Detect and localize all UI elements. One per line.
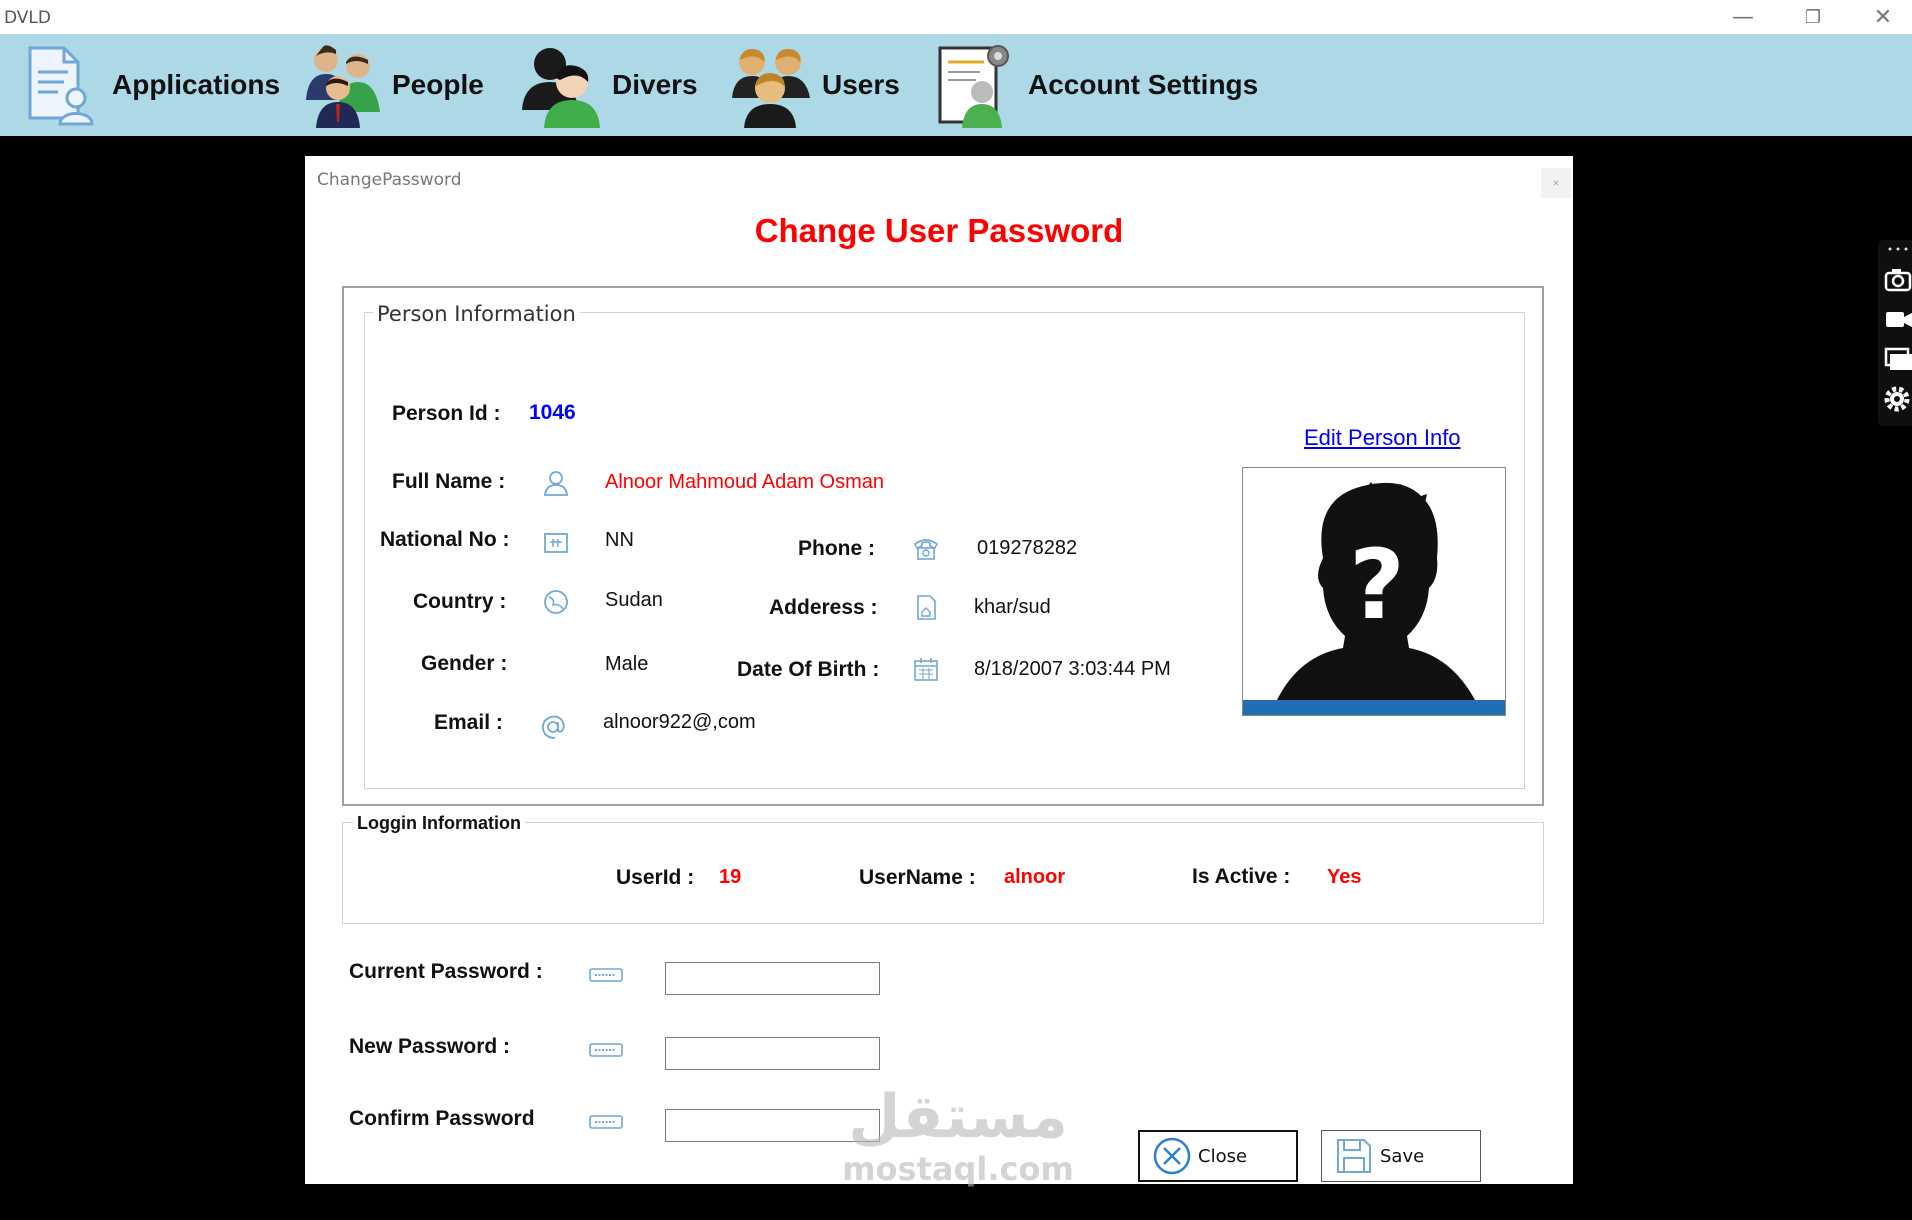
gender-value: Male: [605, 653, 649, 675]
camera-icon[interactable]: [1882, 264, 1912, 294]
menu-item-applications[interactable]: Applications: [20, 34, 280, 136]
menu-item-people[interactable]: People: [300, 34, 484, 136]
dialog-close-button[interactable]: ×: [1541, 168, 1571, 198]
password-icon: [589, 1043, 623, 1057]
watermark-latin: mostaql.com: [842, 1150, 1074, 1188]
address-value: khar/sud: [974, 596, 1051, 618]
calendar-icon: [914, 658, 938, 681]
full-name-value: Alnoor Mahmoud Adam Osman: [605, 471, 885, 493]
login-information-legend: Loggin Information: [353, 813, 525, 834]
save-button-label: Save: [1380, 1145, 1425, 1167]
phone-value: 019278282: [977, 537, 1078, 559]
close-button-label: Close: [1198, 1145, 1248, 1167]
restore-button[interactable]: ❐: [1778, 0, 1848, 34]
window-title-bar: DVLD — ❐ ✕: [0, 0, 1912, 34]
drivers-icon: [522, 48, 600, 128]
menu-label-applications: Applications: [112, 69, 281, 100]
save-icon: [1337, 1139, 1371, 1173]
gear-icon[interactable]: [1882, 384, 1912, 414]
person-id-value: 1046: [529, 401, 576, 424]
email-label: Email :: [434, 711, 503, 734]
country-value: Sudan: [605, 589, 663, 611]
is-active-value: Yes: [1327, 866, 1362, 888]
menu-item-account-settings[interactable]: Account Settings: [936, 34, 1258, 136]
unknown-person-icon: ?: [1243, 468, 1505, 715]
current-password-label: Current Password :: [349, 960, 543, 983]
close-icon: [1153, 1137, 1191, 1175]
person-information-legend: Person Information: [373, 302, 580, 326]
applications-icon: [28, 46, 94, 126]
menu-label-account-settings: Account Settings: [1028, 69, 1259, 100]
user-id-label: UserId :: [616, 866, 695, 889]
account-settings-icon: [938, 45, 1009, 128]
globe-icon: [544, 590, 568, 614]
username-value: alnoor: [1004, 866, 1066, 888]
person-id-label: Person Id :: [392, 402, 501, 425]
person-photo: ?: [1242, 467, 1506, 716]
more-icon[interactable]: [1882, 242, 1912, 256]
svg-text:?: ?: [1349, 529, 1405, 641]
menu-label-users: Users: [822, 69, 900, 100]
capture-toolbar: [1878, 240, 1912, 426]
app-title: DVLD: [4, 8, 51, 28]
menu-item-users[interactable]: Users: [730, 34, 900, 136]
username-label: UserName :: [859, 866, 976, 889]
edit-person-info-link[interactable]: Edit Person Info: [1304, 425, 1461, 451]
video-icon[interactable]: [1882, 304, 1912, 334]
password-icon: [589, 1115, 623, 1129]
close-button[interactable]: Close: [1138, 1130, 1298, 1182]
menu-label-drivers: Divers: [612, 69, 698, 100]
menu-item-drivers[interactable]: Divers: [520, 34, 698, 136]
people-icon: [306, 45, 380, 128]
menu-label-people: People: [392, 69, 484, 100]
confirm-password-label: Confirm Password: [349, 1107, 535, 1130]
phone-label: Phone :: [798, 537, 875, 560]
national-no-value: NN: [605, 529, 634, 551]
window-close-button[interactable]: ✕: [1848, 0, 1912, 34]
address-label: Adderess :: [769, 596, 878, 619]
page-title: Change User Password: [754, 212, 1124, 249]
user-id-value: 19: [719, 866, 742, 888]
password-icon: [589, 968, 623, 982]
phone-icon: [913, 539, 939, 560]
dialog-title: ChangePassword: [317, 170, 462, 190]
id-card-icon: [544, 533, 568, 553]
new-password-label: New Password :: [349, 1035, 511, 1058]
minimize-button[interactable]: —: [1708, 0, 1778, 34]
new-password-input[interactable]: [665, 1037, 880, 1070]
gender-label: Gender :: [421, 652, 508, 675]
current-password-input[interactable]: [665, 962, 880, 995]
save-button[interactable]: Save: [1321, 1130, 1481, 1182]
users-icon: [732, 49, 810, 128]
person-icon: [544, 471, 568, 496]
is-active-label: Is Active :: [1192, 865, 1291, 888]
change-password-dialog: ChangePassword × Change User Password Pe…: [305, 156, 1573, 1184]
watermark: مستقل mostaql.com: [838, 1082, 1078, 1192]
main-menu: Applications People Divers Users Account…: [0, 34, 1912, 136]
email-value: alnoor922@,com: [603, 711, 756, 733]
email-icon: [542, 715, 565, 739]
date-of-birth-value: 8/18/2007 3:03:44 PM: [974, 658, 1171, 680]
national-no-label: National No :: [380, 528, 510, 551]
date-of-birth-label: Date Of Birth :: [737, 658, 880, 681]
watermark-arabic: مستقل: [848, 1082, 1068, 1152]
address-icon: [917, 595, 936, 620]
country-label: Country :: [413, 590, 507, 613]
full-name-label: Full Name :: [392, 470, 506, 493]
screens-icon[interactable]: [1882, 344, 1912, 374]
